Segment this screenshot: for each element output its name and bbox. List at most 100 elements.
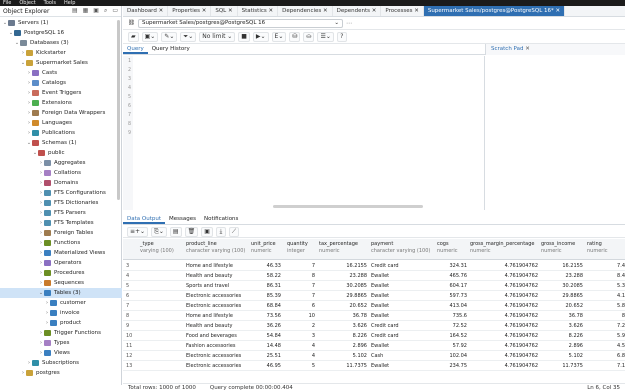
table-cell[interactable]: 4.761904762 (470, 311, 538, 321)
tree-item-invoice[interactable]: › invoice (0, 308, 122, 318)
table-row[interactable]: 3 Home and lifestyle 46.33 7 16.2155 Credit c… (123, 261, 625, 271)
connection-menu-icon[interactable]: ⋯ (346, 20, 352, 27)
tab-query-history[interactable]: Query History (148, 44, 194, 54)
tree-item-casts[interactable]: › Casts (0, 68, 122, 78)
table-cell[interactable]: 4.761904762 (470, 271, 538, 281)
add-row-icon[interactable]: ≡+⌄ (127, 226, 149, 237)
tree-item-types[interactable]: › Types (0, 338, 122, 348)
table-cell[interactable]: Electronic accessories (186, 361, 244, 371)
column-header-unit-price[interactable]: unit_price numeric (251, 241, 281, 255)
table-cell[interactable]: 6.8 (587, 351, 625, 361)
tree-item-languages[interactable]: › Languages (0, 118, 122, 128)
tree-item-fts-parsers[interactable]: › FTS Parsers (0, 208, 122, 218)
table-cell[interactable]: 5.9 (587, 331, 625, 341)
table-cell[interactable]: 23.288 (541, 271, 584, 281)
database-icon[interactable]: ▤ (72, 7, 78, 15)
table-row[interactable]: 6 Electronic accessories 85.39 7 29.8865 Ewal… (123, 291, 625, 301)
editor-scrollbar[interactable] (273, 205, 423, 208)
table-cell[interactable]: Food and beverages (186, 331, 244, 341)
column-header-gross-margin-percentage[interactable]: gross_margin_percentage numeric (470, 241, 538, 255)
table-cell[interactable]: 735.6 (437, 311, 467, 321)
table-cell[interactable]: 20.652 (541, 301, 584, 311)
table-row[interactable]: 11 Fashion accessories 14.48 4 2.896 Ewallet 5… (123, 341, 625, 351)
column-header-cogs[interactable]: cogs numeric (437, 241, 467, 255)
table-cell[interactable]: 25.51 (251, 351, 281, 361)
table-cell[interactable]: 2 (287, 321, 315, 331)
download-icon[interactable]: ⤓ (215, 226, 226, 237)
sql-icon[interactable]: ▣ (93, 7, 99, 15)
table-cell[interactable]: 29.8865 (319, 291, 367, 301)
table-cell[interactable]: 85.39 (251, 291, 281, 301)
tree-item-catalogs[interactable]: › Catalogs (0, 78, 122, 88)
tree-item-servers-1[interactable]: ⌄ Servers (1) (0, 18, 122, 28)
table-cell[interactable]: 4.761904762 (470, 361, 538, 371)
table-cell[interactable]: 20.652 (319, 301, 368, 311)
table-cell[interactable]: Cash (371, 351, 431, 361)
table-cell[interactable]: Home and lifestyle (186, 261, 244, 271)
table-cell[interactable]: Credit card (371, 321, 431, 331)
table-cell[interactable]: 413.04 (437, 301, 468, 311)
table-cell[interactable]: Fashion accessories (186, 341, 244, 351)
column-header-quantity[interactable]: quantity integer (287, 241, 315, 255)
tree-item-kickstarter[interactable]: › Kickstarter (0, 48, 122, 58)
table-cell[interactable]: 4.761904762 (470, 301, 538, 311)
table-cell[interactable]: 8.4 (587, 271, 625, 281)
table-cell[interactable]: 4.761904762 (470, 261, 538, 271)
tab-supermarket[interactable]: Supermarket Sales/postgres@PostgreSQL 16… (423, 6, 566, 16)
explain-icon[interactable]: E⌄ (271, 31, 287, 42)
tree-item-event-triggers[interactable]: › Event Triggers (0, 88, 122, 98)
close-icon[interactable]: ✕ (525, 46, 530, 52)
table-cell[interactable]: Ewallet (371, 281, 431, 291)
table-cell[interactable]: 5.3 (587, 281, 625, 291)
stop-icon[interactable]: ■ (238, 31, 250, 42)
table-cell[interactable]: 5.102 (319, 351, 367, 361)
tree-item-databases-3[interactable]: ⌄ Databases (3) (0, 38, 122, 48)
table-row[interactable]: 12 Electronic accessories 25.51 4 5.102 Cash 1… (123, 351, 625, 361)
tree-item-fts-dictionaries[interactable]: › FTS Dictionaries (0, 198, 122, 208)
tree-item-functions[interactable]: › Functions (0, 238, 122, 248)
table-row[interactable]: 9 Health and beauty 36.26 2 3.626 Credit card… (123, 321, 625, 331)
tree-item-schemas-1[interactable]: ⌄ Schemas (1) (0, 138, 122, 148)
table-cell[interactable]: Credit card (371, 331, 431, 341)
sql-editor[interactable]: 123456789 SELECT i.invoice_id, i.branch,… (123, 56, 485, 210)
table-cell[interactable]: 234.75 (437, 361, 468, 371)
column-header-payment[interactable]: payment character varying (100) (371, 241, 431, 255)
edit-icon[interactable]: ✎⌄ (161, 31, 178, 42)
table-cell[interactable]: 4.761904762 (470, 331, 538, 341)
tab-notifications[interactable]: Notifications (200, 214, 242, 224)
table-cell[interactable]: Sports and travel (186, 281, 244, 291)
table-cell[interactable]: 5.8 (587, 301, 625, 311)
table-cell[interactable]: 3 (287, 331, 315, 341)
tree-item-publications[interactable]: › Publications (0, 128, 122, 138)
commit-icon[interactable]: ⛁ (289, 31, 301, 42)
table-cell[interactable]: 5.102 (541, 351, 583, 361)
connection-select[interactable]: Supermarket Sales/postgres@PostgreSQL 16… (137, 18, 343, 28)
tree-item-aggregates[interactable]: › Aggregates (0, 158, 122, 168)
table-row[interactable]: 4 Health and beauty 58.22 8 23.288 Ewallet 465… (123, 271, 625, 281)
macros-icon[interactable]: ☰⌄ (317, 31, 334, 42)
copy-icon[interactable]: ⎘⌄ (151, 226, 167, 237)
table-cell[interactable]: 8.226 (319, 331, 367, 341)
table-cell[interactable]: 16.2155 (541, 261, 583, 271)
table-cell[interactable]: 58.22 (251, 271, 281, 281)
table-cell[interactable]: Ewallet (371, 301, 431, 311)
tab-messages[interactable]: Messages (165, 214, 200, 224)
tree-item-supermarket-sales[interactable]: ⌄ Supermarket Sales (0, 58, 122, 68)
tree-item-trigger-functions[interactable]: › Trigger Functions (0, 328, 122, 338)
tab-dashboard[interactable]: Dashboard ✕ (123, 6, 169, 16)
table-cell[interactable]: 7 (287, 291, 315, 301)
table-cell[interactable]: 46.33 (251, 261, 281, 271)
table-cell[interactable]: 36.78 (319, 311, 367, 321)
table-cell[interactable]: 72.52 (437, 321, 467, 331)
table-cell[interactable]: 4.761904762 (470, 321, 538, 331)
filter-icon[interactable]: ⏷⌄ (180, 31, 197, 42)
tree-item-sequences[interactable]: › Sequences (0, 278, 122, 288)
tree-item-views[interactable]: › Views (0, 348, 122, 358)
tree-item-foreign-data-wrappers[interactable]: › Foreign Data Wrappers (0, 108, 122, 118)
rollback-icon[interactable]: ⛀ (303, 31, 315, 42)
tab-data-output[interactable]: Data Output (123, 214, 165, 224)
table-row[interactable]: 8 Home and lifestyle 73.56 10 36.78 Ewallet 73… (123, 311, 625, 321)
table-cell[interactable]: 29.8865 (541, 291, 583, 301)
column-header-product-line[interactable]: product_line character varying (100) (186, 241, 245, 255)
tree-item-collations[interactable]: › Collations (0, 168, 122, 178)
